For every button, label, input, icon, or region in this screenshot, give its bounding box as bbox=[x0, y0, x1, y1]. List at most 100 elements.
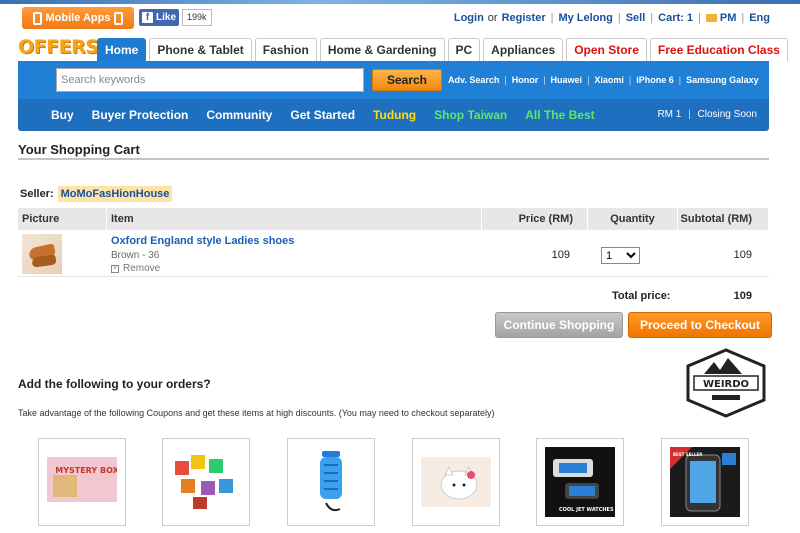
quicklink-huawei[interactable]: Huawei bbox=[551, 75, 583, 85]
mobile-apps-button[interactable]: Mobile Apps bbox=[22, 7, 134, 29]
weirdo-badge[interactable]: WEIRDO bbox=[684, 348, 768, 418]
column-header-item: Item bbox=[107, 208, 482, 230]
total-price-value: 109 bbox=[733, 290, 752, 302]
register-link[interactable]: Register bbox=[502, 12, 546, 24]
my-lelong-link[interactable]: My Lelong bbox=[558, 12, 612, 24]
addon-product-card[interactable]: BEST SELLER bbox=[661, 438, 749, 526]
nav-community[interactable]: Community bbox=[206, 108, 272, 122]
remove-item-button[interactable]: × Remove bbox=[111, 263, 160, 274]
item-subtotal: 109 bbox=[733, 249, 752, 261]
tab-pc[interactable]: PC bbox=[447, 38, 481, 61]
quantity-select[interactable]: 1 bbox=[601, 247, 640, 264]
separator: | bbox=[628, 75, 632, 85]
separator: | bbox=[587, 75, 590, 85]
proceed-to-checkout-button[interactable]: Proceed to Checkout bbox=[628, 312, 772, 338]
column-header-price: Price (RM) bbox=[482, 208, 588, 230]
separator: | bbox=[650, 12, 654, 24]
nav-shop-taiwan[interactable]: Shop Taiwan bbox=[434, 108, 507, 122]
led-watch-text: COOL JET WATCHES bbox=[559, 507, 614, 513]
best-seller-text: BEST SELLER bbox=[673, 452, 702, 457]
separator: | bbox=[550, 12, 554, 24]
quicklink-iphone6[interactable]: iPhone 6 bbox=[636, 75, 674, 85]
divider bbox=[18, 158, 769, 160]
nav-get-started[interactable]: Get Started bbox=[290, 108, 355, 122]
tab-fashion[interactable]: Fashion bbox=[254, 38, 317, 61]
separator: | bbox=[698, 12, 701, 24]
insect-lamp-image bbox=[320, 451, 342, 512]
or-text: or bbox=[487, 12, 498, 24]
total-price-label: Total price: bbox=[612, 290, 671, 302]
main-nav: Buy Buyer Protection Community Get Start… bbox=[51, 108, 595, 122]
top-bar: Mobile Apps f Like 199k Login or Registe… bbox=[0, 0, 800, 34]
addon-product-card[interactable] bbox=[287, 438, 375, 526]
top-stripe bbox=[0, 0, 800, 4]
tab-appliances[interactable]: Appliances bbox=[483, 38, 564, 61]
login-link[interactable]: Login bbox=[454, 12, 484, 24]
separator: | bbox=[688, 109, 691, 120]
nav-buyer-protection[interactable]: Buyer Protection bbox=[92, 108, 189, 122]
facebook-like-count: 199k bbox=[182, 9, 212, 26]
shoe-image bbox=[31, 254, 57, 268]
promo-price: RM 1 bbox=[657, 109, 682, 120]
close-icon: × bbox=[111, 264, 119, 273]
weirdo-badge-text: WEIRDO bbox=[703, 379, 749, 390]
mobile-apps-label: Mobile Apps bbox=[45, 12, 111, 24]
search-button[interactable]: Search bbox=[372, 69, 442, 91]
promo-closing-soon: Closing Soon bbox=[697, 109, 757, 120]
seller-row: Seller: MoMoFasHionHouse bbox=[20, 186, 173, 202]
quicklink-samsung-galaxy[interactable]: Samsung Galaxy bbox=[686, 75, 759, 85]
search-input[interactable] bbox=[56, 68, 364, 92]
search-quicklinks: Adv. Search | Honor | Huawei | Xiaomi | … bbox=[448, 75, 759, 85]
addon-products: MYSTERY BOX COOL JET WATCHES BEST SELLER bbox=[38, 438, 798, 533]
tablet-icon bbox=[114, 11, 124, 25]
separator: | bbox=[617, 12, 621, 24]
tab-home-gardening[interactable]: Home & Gardening bbox=[319, 38, 445, 61]
separator: | bbox=[543, 75, 546, 85]
tab-open-store[interactable]: Open Store bbox=[566, 38, 647, 61]
account-links: Login or Register | My Lelong | Sell | C… bbox=[454, 12, 770, 24]
separator: | bbox=[741, 12, 745, 24]
remove-label: Remove bbox=[123, 263, 161, 274]
facebook-like-button[interactable]: f Like bbox=[139, 9, 179, 26]
tab-free-education-class[interactable]: Free Education Class bbox=[649, 38, 788, 61]
seller-name-link[interactable]: MoMoFasHionHouse bbox=[57, 186, 173, 202]
cart-table-header: Picture Item Price (RM) Quantity Subtota… bbox=[18, 208, 769, 230]
offers-logo[interactable]: OFFERS bbox=[18, 36, 99, 58]
tab-phone-tablet[interactable]: Phone & Tablet bbox=[149, 38, 252, 61]
toy-set-image bbox=[175, 455, 233, 509]
addons-description: Take advantage of the following Coupons … bbox=[18, 408, 495, 418]
promo-status[interactable]: RM 1 | Closing Soon bbox=[657, 109, 757, 120]
column-header-quantity: Quantity bbox=[588, 208, 678, 230]
addons-title: Add the following to your orders? bbox=[18, 377, 211, 391]
item-name-link[interactable]: Oxford England style Ladies shoes bbox=[111, 235, 294, 247]
continue-shopping-button[interactable]: Continue Shopping bbox=[495, 312, 623, 338]
cart-link[interactable]: Cart: 1 bbox=[658, 12, 693, 24]
addon-product-card[interactable] bbox=[162, 438, 250, 526]
addon-product-card[interactable] bbox=[412, 438, 500, 526]
tab-home[interactable]: Home bbox=[97, 38, 147, 61]
navigation-band: Search Adv. Search | Honor | Huawei | Xi… bbox=[18, 61, 769, 131]
led-watch-image: COOL JET WATCHES bbox=[545, 447, 615, 517]
category-tabs: Home Phone & Tablet Fashion Home & Garde… bbox=[97, 38, 788, 61]
addon-product-card[interactable]: COOL JET WATCHES bbox=[536, 438, 624, 526]
nav-tudung[interactable]: Tudung bbox=[373, 108, 416, 122]
column-header-subtotal: Subtotal (RM) bbox=[678, 208, 769, 230]
addon-product-card[interactable]: MYSTERY BOX bbox=[38, 438, 126, 526]
column-header-picture: Picture bbox=[18, 208, 107, 230]
facebook-icon: f bbox=[142, 12, 153, 23]
quicklink-honor[interactable]: Honor bbox=[512, 75, 539, 85]
language-link[interactable]: Eng bbox=[749, 12, 770, 24]
hello-kitty-speaker-image bbox=[421, 457, 491, 507]
mystery-box-text: MYSTERY BOX bbox=[55, 466, 117, 475]
nav-all-the-best[interactable]: All The Best bbox=[525, 108, 594, 122]
item-price: 109 bbox=[551, 249, 570, 261]
nav-buy[interactable]: Buy bbox=[51, 108, 74, 122]
quicklink-xiaomi[interactable]: Xiaomi bbox=[594, 75, 624, 85]
phone-icon bbox=[32, 11, 42, 25]
facebook-like-label: Like bbox=[156, 12, 177, 23]
sell-link[interactable]: Sell bbox=[626, 12, 646, 24]
quicklink-adv-search[interactable]: Adv. Search bbox=[448, 75, 499, 85]
separator: | bbox=[678, 75, 682, 85]
pm-link[interactable]: PM bbox=[720, 12, 737, 24]
item-thumbnail[interactable] bbox=[22, 234, 62, 274]
